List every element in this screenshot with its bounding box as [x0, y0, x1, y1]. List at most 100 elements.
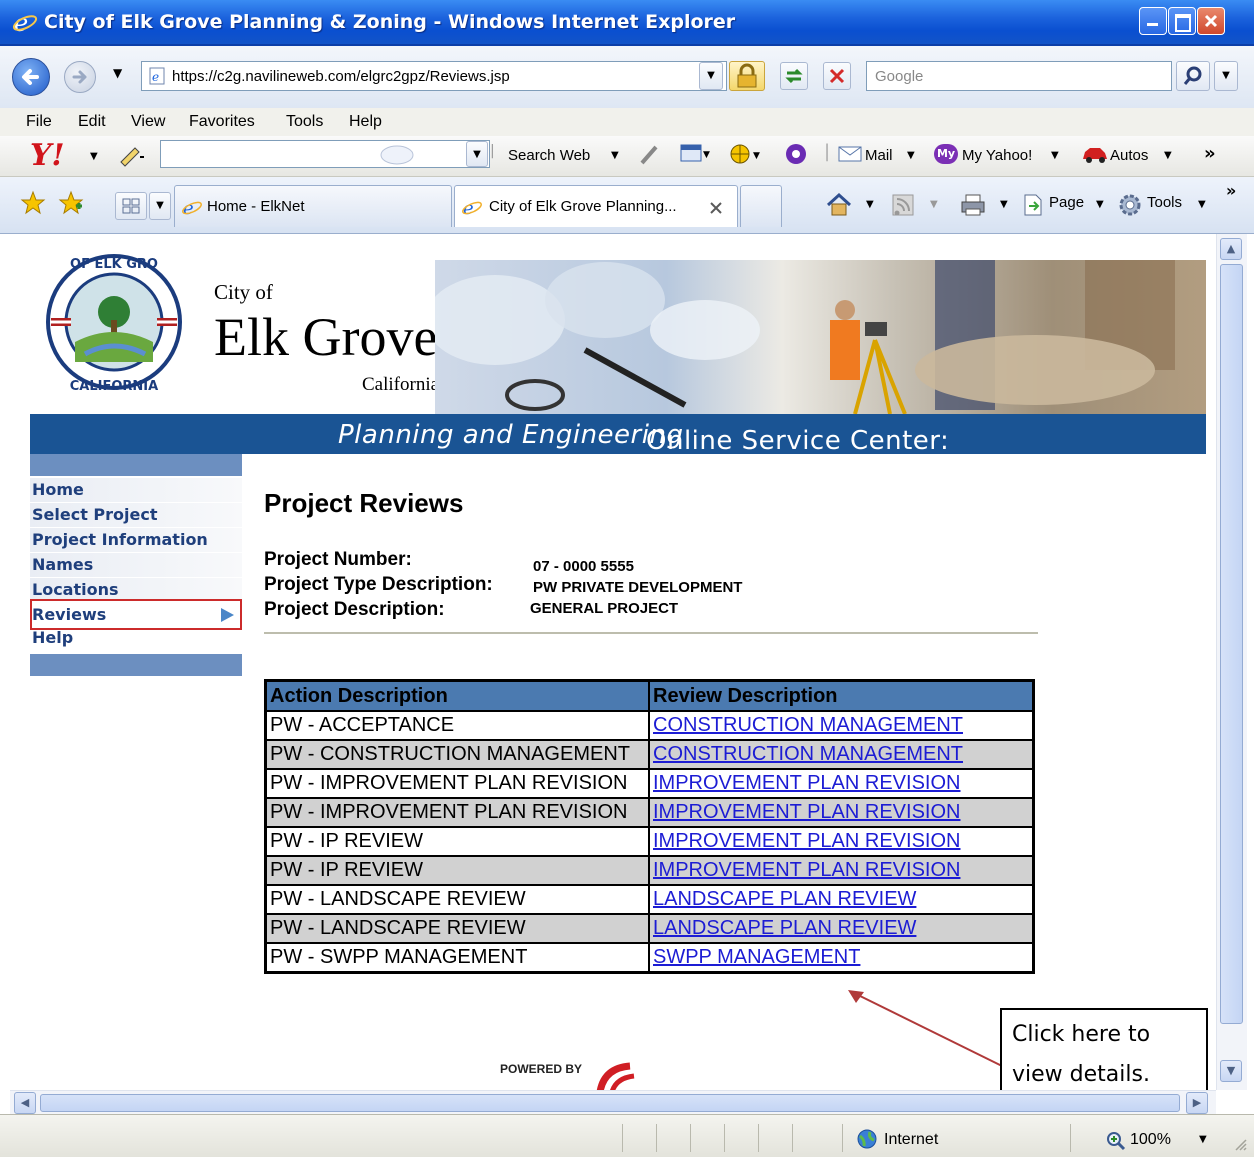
- yahoo-logo-icon[interactable]: Y!: [30, 138, 65, 173]
- horizontal-scrollbar[interactable]: ◀ ▶: [10, 1090, 1216, 1115]
- chevron-down-icon[interactable]: ▼: [90, 151, 98, 162]
- review-description-cell: LANDSCAPE PLAN REVIEW: [648, 884, 1035, 915]
- maximize-button[interactable]: [1168, 7, 1196, 35]
- scroll-down-button[interactable]: ▼: [1220, 1060, 1242, 1082]
- my-yahoo-button[interactable]: My Yahoo!: [962, 147, 1032, 164]
- menu-view[interactable]: View: [131, 113, 165, 131]
- project-type-label: Project Type Description:: [264, 574, 493, 595]
- scroll-up-button[interactable]: ▲: [1220, 238, 1242, 260]
- menu-tools[interactable]: Tools: [286, 113, 323, 131]
- autos-button[interactable]: Autos: [1110, 147, 1148, 164]
- antispy-icon[interactable]: [782, 141, 810, 167]
- svg-text:e: e: [152, 70, 159, 84]
- review-link[interactable]: CONSTRUCTION MANAGEMENT: [653, 714, 963, 736]
- history-dropdown-icon[interactable]: ▼: [113, 66, 122, 80]
- tab-list-button[interactable]: ▼: [149, 192, 171, 220]
- favorites-star-icon[interactable]: [20, 190, 46, 216]
- menu-help[interactable]: Help: [349, 113, 382, 131]
- tab-city-of-elk-grove[interactable]: e City of Elk Grove Planning...: [454, 185, 738, 227]
- close-window-button[interactable]: [1197, 7, 1225, 35]
- mail-icon: [838, 146, 862, 162]
- quick-tabs-button[interactable]: [115, 192, 147, 220]
- url-text[interactable]: https://c2g.navilineweb.com/elgrc2gpz/Re…: [172, 68, 510, 85]
- review-link[interactable]: IMPROVEMENT PLAN REVISION: [653, 801, 960, 823]
- svg-text:CALIFORNIA: CALIFORNIA: [70, 379, 158, 394]
- highlighter-icon[interactable]: [636, 141, 662, 167]
- chevron-down-icon[interactable]: ▼: [1164, 150, 1172, 161]
- toolbar-overflow-button[interactable]: »: [1204, 143, 1216, 164]
- page-menu-button[interactable]: Page: [1049, 194, 1084, 211]
- review-link[interactable]: IMPROVEMENT PLAN REVISION: [653, 859, 960, 881]
- scroll-thumb[interactable]: [40, 1094, 1180, 1112]
- scroll-thumb[interactable]: [1220, 264, 1243, 1024]
- review-link[interactable]: LANDSCAPE PLAN REVIEW: [653, 888, 916, 910]
- chevron-down-icon: ▼: [156, 200, 164, 211]
- mail-button[interactable]: Mail: [865, 147, 893, 164]
- review-link[interactable]: IMPROVEMENT PLAN REVISION: [653, 830, 960, 852]
- nav-item-locations[interactable]: Locations: [32, 580, 119, 599]
- review-link[interactable]: CONSTRUCTION MANAGEMENT: [653, 743, 963, 765]
- vertical-scrollbar[interactable]: ▲ ▼: [1216, 234, 1247, 1090]
- search-options-button[interactable]: ▼: [1214, 61, 1238, 91]
- forward-button[interactable]: [64, 61, 96, 93]
- chevron-down-icon[interactable]: ▼: [1198, 199, 1206, 210]
- layout-icon[interactable]: ▼: [678, 141, 714, 167]
- scroll-right-button[interactable]: ▶: [1186, 1092, 1208, 1114]
- tab-label: City of Elk Grove Planning...: [489, 198, 677, 215]
- home-icon[interactable]: [824, 191, 854, 219]
- chevron-down-icon[interactable]: ▼: [1000, 199, 1008, 210]
- close-tab-icon[interactable]: [709, 201, 723, 215]
- nav-item-reviews[interactable]: Reviews: [32, 605, 106, 624]
- nav-item-project-information[interactable]: Project Information: [32, 530, 208, 549]
- review-description-cell: IMPROVEMENT PLAN REVISION: [648, 826, 1035, 857]
- grid-icon: [122, 198, 140, 214]
- search-placeholder: Google: [875, 68, 924, 85]
- menu-file[interactable]: File: [26, 113, 52, 131]
- nav-item-select-project[interactable]: Select Project: [32, 505, 158, 524]
- back-button[interactable]: [12, 58, 50, 96]
- review-link[interactable]: IMPROVEMENT PLAN REVISION: [653, 772, 960, 794]
- chevron-down-icon[interactable]: ▼: [611, 150, 619, 161]
- table-row: PW - IP REVIEW IMPROVEMENT PLAN REVISION: [264, 826, 1035, 857]
- refresh-button[interactable]: [780, 62, 808, 90]
- stop-button[interactable]: [823, 62, 851, 90]
- print-icon[interactable]: [958, 192, 988, 218]
- nav-item-help[interactable]: Help: [32, 628, 73, 647]
- project-type-value: PW PRIVATE DEVELOPMENT: [533, 579, 743, 596]
- tab-home-elknet[interactable]: e Home - ElkNet: [174, 185, 452, 227]
- address-bar[interactable]: e https://c2g.navilineweb.com/elgrc2gpz/…: [141, 61, 727, 91]
- nav-item-names[interactable]: Names: [32, 555, 93, 574]
- chevron-down-icon[interactable]: ▼: [1051, 150, 1059, 161]
- zoom-level-button[interactable]: 100%: [1130, 1131, 1171, 1149]
- command-bar-overflow-button[interactable]: »: [1226, 181, 1236, 200]
- feeds-icon[interactable]: [890, 192, 916, 218]
- security-lock-button[interactable]: [729, 61, 765, 91]
- nav-item-home[interactable]: Home: [32, 480, 84, 499]
- action-description-cell: PW - LANDSCAPE REVIEW: [264, 913, 650, 944]
- search-web-button[interactable]: Search Web: [508, 147, 590, 164]
- review-link[interactable]: LANDSCAPE PLAN REVIEW: [653, 917, 916, 939]
- pencil-icon[interactable]: [116, 141, 146, 167]
- new-tab-button[interactable]: [740, 185, 782, 227]
- menu-favorites[interactable]: Favorites: [189, 113, 255, 131]
- chevron-down-icon[interactable]: ▼: [907, 150, 915, 161]
- search-icon: [1183, 66, 1202, 85]
- address-dropdown-button[interactable]: ▼: [699, 62, 723, 90]
- yahoo-search-input[interactable]: [160, 140, 490, 168]
- minimize-button[interactable]: [1139, 7, 1167, 35]
- chevron-down-icon[interactable]: ▼: [866, 199, 874, 210]
- menu-edit[interactable]: Edit: [78, 113, 106, 131]
- search-button[interactable]: [1176, 61, 1210, 91]
- state-label: California: [362, 374, 440, 395]
- add-favorite-icon[interactable]: [58, 190, 84, 216]
- chevron-down-icon[interactable]: ▼: [1199, 1134, 1207, 1145]
- scroll-left-button[interactable]: ◀: [14, 1092, 36, 1114]
- chevron-down-icon[interactable]: ▼: [1096, 199, 1104, 210]
- review-link[interactable]: SWPP MANAGEMENT: [653, 946, 860, 968]
- tools-menu-button[interactable]: Tools: [1147, 194, 1182, 211]
- globe-icon[interactable]: ▼: [728, 141, 768, 167]
- search-input[interactable]: Google: [866, 61, 1172, 91]
- yahoo-search-dropdown[interactable]: ▼: [466, 141, 488, 167]
- table-row: PW - LANDSCAPE REVIEW LANDSCAPE PLAN REV…: [264, 913, 1035, 944]
- resize-grip-icon[interactable]: [1232, 1136, 1248, 1152]
